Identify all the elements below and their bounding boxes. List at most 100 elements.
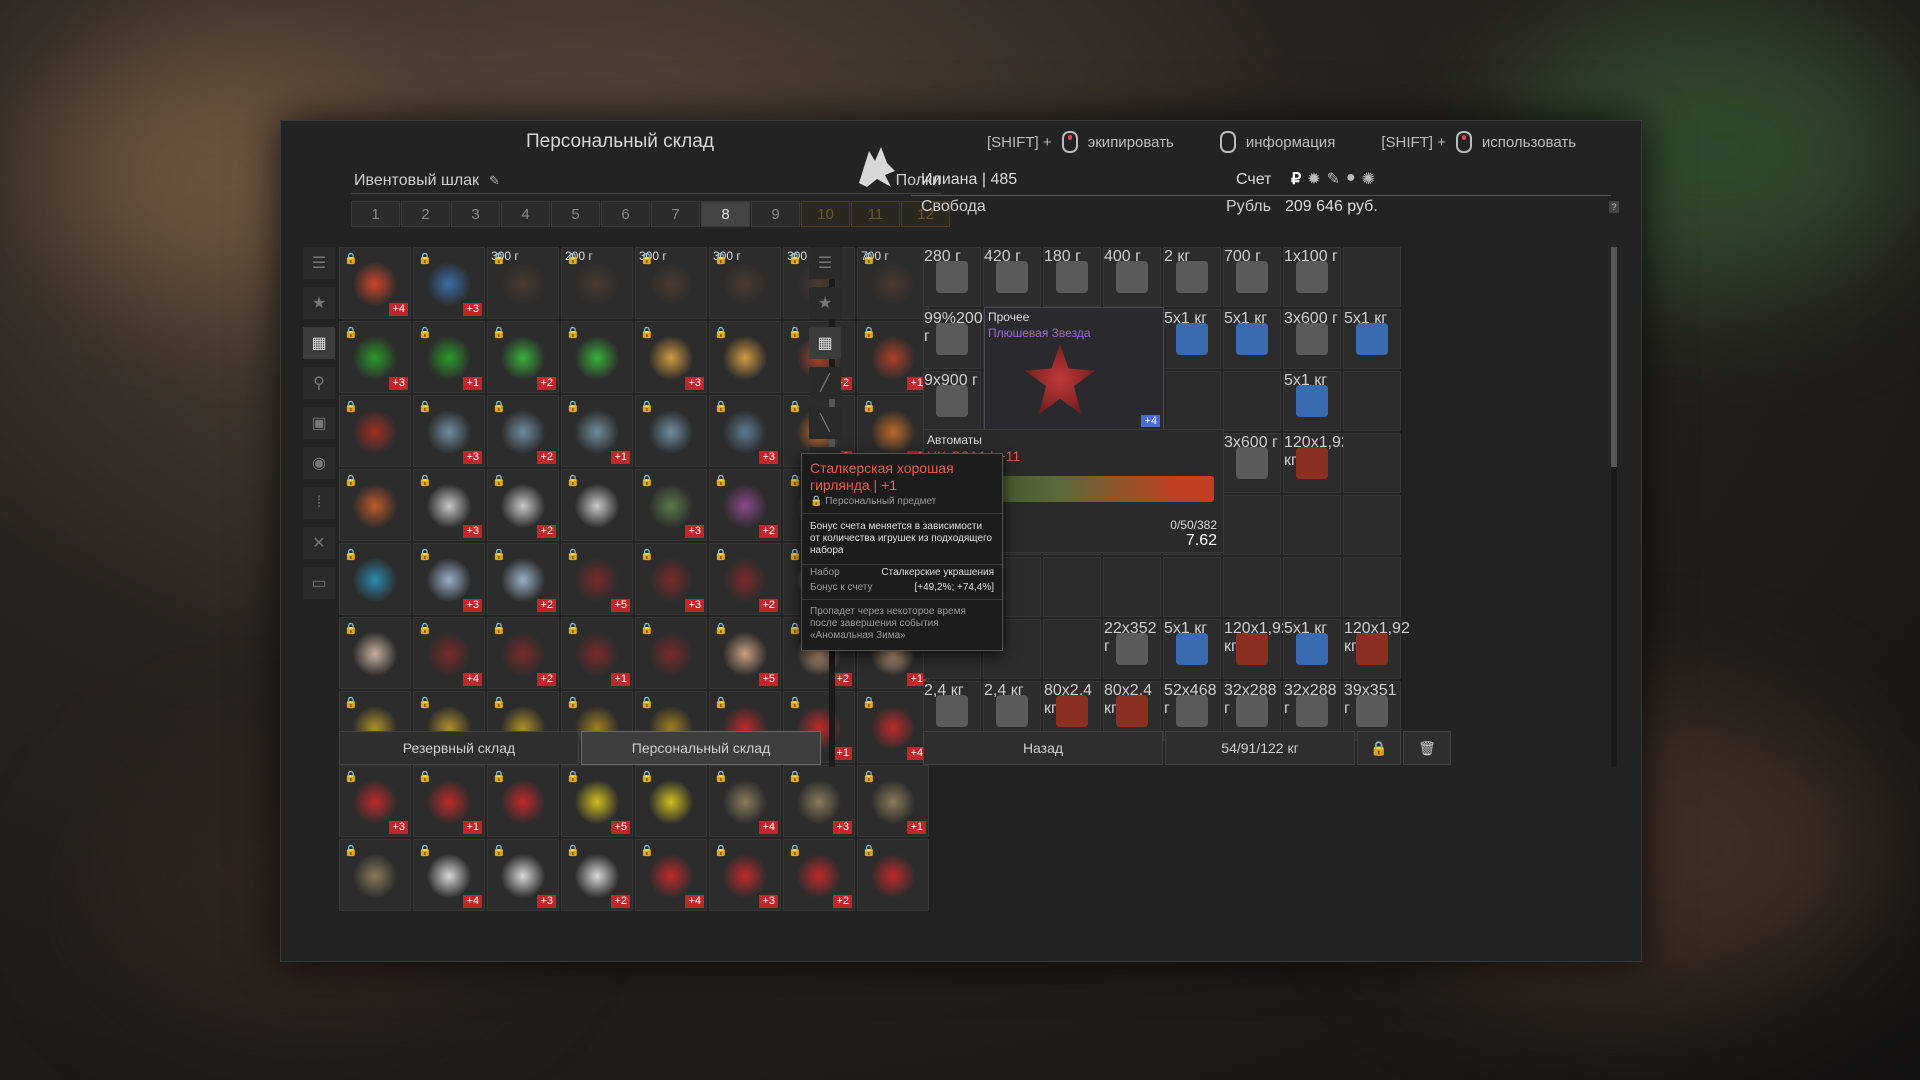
inventory-item[interactable]: 280 г [923,247,981,307]
stash-item[interactable]: 🔒 +3 [339,765,411,837]
inventory-item[interactable]: 3x600 г [1223,433,1281,493]
camera-icon[interactable]: ◉ [303,447,335,479]
tools-icon[interactable]: ✕ [303,527,335,559]
stash-item[interactable]: 300 г 🔒 [635,247,707,319]
stash-item[interactable]: 🔒 +3 [635,321,707,393]
stash-item[interactable]: 🔒 +3 [413,247,485,319]
inventory-item[interactable] [1343,495,1401,555]
shelf-tab[interactable]: 4 [501,201,550,227]
trash-icon[interactable]: 🗑 [1403,731,1451,765]
stash-item[interactable]: 🔒 [561,321,633,393]
inventory-item[interactable]: 120x1,92 кг [1283,433,1350,493]
stash-item[interactable]: 🔒+1 [561,617,633,689]
link-icon[interactable]: ⚲ [303,367,335,399]
stash-name[interactable]: Ивентовый шлак [354,172,479,190]
stash-item[interactable]: 🔒 +5 [561,543,633,615]
inventory-item[interactable]: 180 г [1043,247,1101,307]
shelf-tab[interactable]: 9 [751,201,800,227]
stash-item[interactable]: 300 г 🔒 [487,247,559,319]
inventory-item[interactable] [1223,371,1281,431]
inventory-item[interactable] [1283,557,1341,617]
inventory-item[interactable]: 2 кг [1163,247,1221,307]
stash-item[interactable]: 🔒 +3 [413,469,485,541]
stash-item[interactable]: 🔒+1 [413,321,485,393]
shelf-tab[interactable]: 10 [801,201,850,227]
stash-item[interactable]: 🔒 [561,469,633,541]
shelf-tab[interactable]: 11 [851,201,900,227]
wrench-currency-icon[interactable]: ✎ [1327,169,1340,189]
inventory-item[interactable] [1343,247,1401,307]
inventory-item[interactable]: 5x1 кг [1163,619,1221,679]
inventory-item[interactable] [1223,495,1281,555]
box-icon[interactable]: ▭ [303,567,335,599]
stash-item[interactable]: 🔒 [339,469,411,541]
shelf-tab[interactable]: 6 [601,201,650,227]
stash-item[interactable]: 🔒 +2 [709,543,781,615]
stash-item[interactable]: 🔒 +2 [487,469,559,541]
pencil-icon[interactable]: ✎ [489,173,500,189]
inventory-item[interactable]: 5x1 кг [1223,309,1281,369]
stash-item[interactable]: 🔒 [635,765,707,837]
inventory-item[interactable] [1163,557,1221,617]
inventory-item[interactable] [1223,557,1281,617]
stash-item[interactable]: 🔒 +2 [783,839,855,911]
shelf-tab[interactable]: 3 [451,201,500,227]
inventory-scrollbar[interactable] [1611,247,1617,767]
stash-item[interactable]: 🔒 +4 [635,839,707,911]
inventory-item[interactable]: 99%200 г [923,309,983,369]
plush-star-item[interactable]: Прочее Плюшевая Звезда +4 [984,307,1164,431]
stash-item[interactable]: 🔒 +4 [413,839,485,911]
knife-icon[interactable]: ╲ [809,407,841,439]
stash-item[interactable]: 200 г 🔒 [561,247,633,319]
personal-stash-button[interactable]: Персональный склад [581,731,821,765]
shelf-tab[interactable]: 1 [351,201,400,227]
shelf-tab[interactable]: 8 [701,201,750,227]
stash-item[interactable]: 🔒 [339,395,411,467]
stash-item[interactable]: 🔒 +3 [635,469,707,541]
stash-item[interactable]: 🔒 +2 [487,321,559,393]
info-icon[interactable]: ? [1609,201,1619,213]
grid-icon[interactable]: ▦ [303,327,335,359]
stash-item[interactable]: 🔒 +5 [709,617,781,689]
stash-item[interactable]: 300 г 🔒 [709,247,781,319]
nut-icon[interactable]: ✺ [1362,169,1375,189]
stash-item[interactable]: 🔒 +3 [487,839,559,911]
inventory-item[interactable] [1043,619,1101,679]
reserve-stash-button[interactable]: Резервный склад [339,731,579,765]
inventory-item[interactable]: 1x100 г [1283,247,1341,307]
stash-item[interactable]: 🔒 +4 [709,765,781,837]
stash-item[interactable]: 🔒 [339,617,411,689]
stash-item[interactable]: 🔒 +3 [635,543,707,615]
back-button[interactable]: Назад [923,731,1163,765]
ruble-icon[interactable]: ₽ [1291,169,1301,189]
rifle-icon[interactable]: ╱ [809,367,841,399]
stash-item[interactable]: 🔒 [709,321,781,393]
shelf-tab[interactable]: 2 [401,201,450,227]
gear-currency-icon[interactable]: ✹ [1307,169,1320,189]
inventory-item[interactable]: 3x600 г [1283,309,1341,369]
stash-item[interactable]: 🔒 [487,765,559,837]
stash-item[interactable]: 🔒+1 [857,321,929,393]
shelf-tab[interactable]: 5 [551,201,600,227]
star-icon[interactable]: ★ [809,287,841,319]
inventory-item[interactable] [1043,557,1101,617]
stash-item[interactable]: 🔒 [635,395,707,467]
ammo-icon[interactable]: ⁞ [303,487,335,519]
lock-icon[interactable]: 🔒 [1357,731,1401,765]
inventory-item[interactable]: 700 г [1223,247,1281,307]
grid-icon[interactable]: ▦ [809,327,841,359]
stash-item[interactable]: 🔒 +3 [709,839,781,911]
stash-item[interactable]: 🔒 +2 [561,839,633,911]
stash-item[interactable]: 700 г 🔒 [857,247,929,319]
list-view-icon[interactable]: ☰ [809,247,841,279]
stash-item[interactable]: 🔒 +3 [413,543,485,615]
inventory-item[interactable] [1343,557,1401,617]
stash-item[interactable]: 🔒 [339,543,411,615]
inventory-item[interactable]: 9x900 г [923,371,981,431]
inventory-item[interactable] [1163,371,1221,431]
stash-item[interactable]: 🔒 +2 [709,469,781,541]
inventory-item[interactable]: 5x1 кг [1343,309,1401,369]
stash-item[interactable]: 🔒+1 [561,395,633,467]
stash-item[interactable]: 🔒 [635,617,707,689]
inventory-item[interactable]: 420 г [983,247,1041,307]
